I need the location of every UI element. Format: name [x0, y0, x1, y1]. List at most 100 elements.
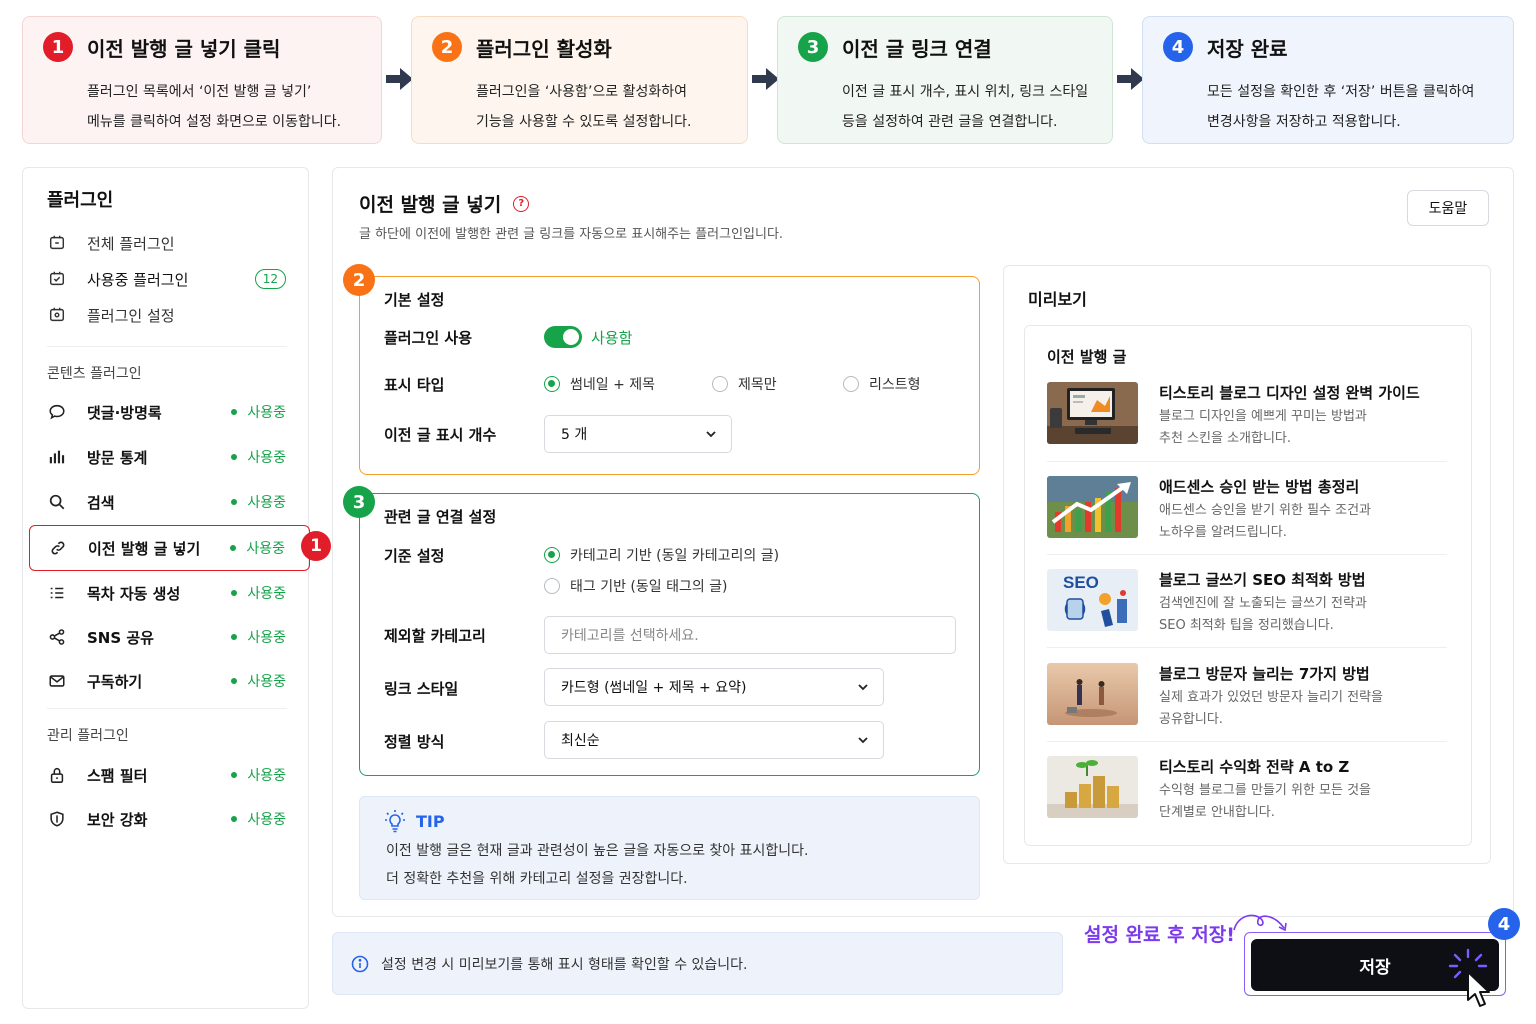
section-number-2: 2 — [343, 264, 375, 296]
step-card-1: 1 이전 발행 글 넣기 클릭 플러그인 목록에서 ‘이전 발행 글 넣기’ 메뉴를… — [22, 16, 382, 144]
status-badge: 사용중 — [231, 753, 286, 797]
enable-toggle[interactable] — [544, 326, 582, 348]
main-panel: 이전 발행 글 넣기? 글 하단에 이전에 발행한 관련 글 링크를 자동으로 … — [332, 167, 1514, 917]
radio-category-basis[interactable]: 카테고리 기반 (동일 카테고리의 글) — [544, 545, 779, 565]
exclude-category-input[interactable]: 카테고리를 선택하세요. — [544, 616, 956, 654]
list-item[interactable]: 블로그 방문자 늘리는 7가지 방법 실제 효과가 있었던 방문자 늘리기 전략… — [1047, 663, 1447, 743]
sidebar-title: 플러그인 — [47, 190, 114, 211]
radio-list[interactable]: 리스트형 — [843, 374, 921, 394]
notice-bar: 설정 변경 시 미리보기를 통해 표시 형태를 확인할 수 있습니다. — [332, 932, 1063, 995]
step-desc-4b: 변경사항을 저장하고 적용합니다. — [1207, 114, 1401, 130]
post-thumbnail — [1047, 756, 1138, 818]
radio-title-only[interactable]: 제목만 — [712, 374, 777, 394]
link-style-label: 링크 스타일 — [384, 680, 459, 698]
divider — [1047, 461, 1447, 462]
sidebar-item-toc[interactable]: 목차 자동 생성 사용중 — [29, 571, 310, 615]
count-select[interactable]: 5 개 — [544, 415, 732, 453]
divider — [1047, 647, 1447, 648]
sidebar-item-comments[interactable]: 댓글·방명록 사용중 — [29, 390, 310, 434]
preview-card: 이전 발행 글 티스토리 블로그 디자인 설정 완벽 가이드 블로그 디자인을 … — [1024, 325, 1472, 846]
preview-card-title: 이전 발행 글 — [1047, 348, 1127, 366]
list-icon — [47, 583, 67, 603]
list-item[interactable]: 애드센스 승인 받는 방법 총정리 애드센스 승인을 받기 위한 필수 조건과 노… — [1047, 476, 1447, 556]
post-title: 티스토리 블로그 디자인 설정 완벽 가이드 — [1159, 384, 1420, 402]
sidebar-group-content: 콘텐츠 플러그인 — [47, 366, 142, 382]
save-hint: 설정 완료 후 저장! — [1084, 924, 1235, 946]
share-icon — [47, 627, 67, 647]
post-desc: 검색엔진에 잘 노출되는 글쓰기 전략과 SEO 최적화 팁을 정리했습니다. — [1159, 596, 1367, 633]
plugin-settings-icon — [47, 305, 67, 325]
step-title-2: 플러그인 활성화 — [476, 36, 612, 61]
sidebar-item-label: SNS 공유 — [87, 628, 154, 647]
post-thumbnail — [1047, 476, 1138, 538]
status-badge: 사용중 — [231, 615, 286, 659]
step-card-4: 4 저장 완료 모든 설정을 확인한 후 ‘저장’ 버튼을 클릭하여 변경사항을 저… — [1142, 16, 1514, 144]
step-desc-3a: 이전 글 표시 개수, 표시 위치, 링크 스타일 — [842, 84, 1089, 100]
step-card-2: 2 플러그인 활성화 플러그인을 ‘사용함’으로 활성화하여 기능을 사용할 수 있… — [411, 16, 748, 144]
post-desc: 애드센스 승인을 받기 위한 필수 조건과 노하우를 알려드립니다. — [1159, 503, 1372, 540]
display-type-label: 표시 타입 — [384, 376, 445, 394]
post-thumbnail — [1047, 663, 1138, 725]
lightbulb-icon — [385, 810, 405, 833]
section-title: 기본 설정 — [384, 291, 445, 309]
step-number-3: 3 — [798, 32, 828, 62]
count-label: 이전 글 표시 개수 — [384, 426, 497, 444]
link-icon — [48, 538, 68, 558]
post-desc: 수익형 블로그를 만들기 위한 모든 것을 단계별로 안내합니다. — [1159, 783, 1372, 820]
post-title: 애드센스 승인 받는 방법 총정리 — [1159, 478, 1360, 496]
sidebar-item-label: 이전 발행 글 넣기 — [88, 539, 201, 558]
lock-icon — [47, 765, 67, 785]
preview-title: 미리보기 — [1028, 290, 1087, 309]
sidebar-item-spam-filter[interactable]: 스팸 필터 사용중 — [29, 753, 310, 797]
tip-line-2: 더 정확한 추천을 위해 카테고리 설정을 권장합니다. — [386, 871, 688, 887]
link-style-select[interactable]: 카드형 (썸네일 + 제목 + 요약) — [544, 668, 884, 706]
status-badge: 사용중 — [231, 390, 286, 434]
post-title: 블로그 방문자 늘리는 7가지 방법 — [1159, 665, 1370, 683]
sidebar-item-label: 댓글·방명록 — [87, 403, 162, 422]
status-badge: 사용중 — [231, 797, 286, 841]
plugin-active-icon — [47, 269, 67, 289]
sidebar-item-search[interactable]: 검색 사용중 — [29, 480, 310, 524]
enable-label: 플러그인 사용 — [384, 329, 473, 347]
sort-label: 정렬 방식 — [384, 733, 445, 751]
list-item[interactable]: 티스토리 블로그 디자인 설정 완벽 가이드 블로그 디자인을 예쁘게 꾸미는 … — [1047, 382, 1447, 462]
step-desc-1b: 메뉴를 클릭하여 설정 화면으로 이동합니다. — [87, 114, 342, 130]
status-badge: 사용중 — [230, 526, 285, 570]
list-item[interactable]: SEO 블로그 글쓰기 SEO 최적화 방법 검색엔진에 잘 노출되는 글쓰기 … — [1047, 569, 1447, 649]
sort-select[interactable]: 최신순 — [544, 721, 884, 759]
help-circle-icon[interactable]: ? — [513, 195, 530, 212]
basis-label: 기준 설정 — [384, 547, 445, 565]
preview-panel: 미리보기 이전 발행 글 티스토리 블로그 디자인 설정 완벽 가이드 블로그 … — [1003, 265, 1491, 864]
sidebar-item-previous-posts[interactable]: 이전 발행 글 넣기 사용중 — [29, 525, 310, 571]
radio-tag-basis[interactable]: 태그 기반 (동일 태그의 글) — [544, 576, 728, 596]
sidebar-item-subscribe[interactable]: 구독하기 사용중 — [29, 659, 310, 703]
step-title-4: 저장 완료 — [1207, 36, 1288, 61]
info-icon — [351, 955, 369, 972]
sidebar-group-manage: 관리 플러그인 — [47, 728, 129, 744]
help-button[interactable]: 도움말 — [1407, 190, 1489, 226]
sidebar-item-label: 전체 플러그인 — [87, 234, 175, 253]
status-badge: 사용중 — [231, 435, 286, 479]
step-title-3: 이전 글 링크 연결 — [842, 36, 992, 61]
step-number-2: 2 — [432, 32, 462, 62]
post-title: 블로그 글쓰기 SEO 최적화 방법 — [1159, 571, 1366, 589]
page-subtitle: 글 하단에 이전에 발행한 관련 글 링크를 자동으로 표시해주는 플러그인입니… — [359, 227, 784, 242]
step-desc-4a: 모든 설정을 확인한 후 ‘저장’ 버튼을 클릭하여 — [1207, 84, 1475, 100]
sidebar-item-security[interactable]: 보안 강화 사용중 — [29, 797, 310, 841]
sidebar-item-plugin-settings[interactable]: 플러그인 설정 — [29, 293, 310, 337]
divider — [47, 346, 287, 347]
sidebar-item-visit-stats[interactable]: 방문 통계 사용중 — [29, 435, 310, 479]
step-desc-2a: 플러그인을 ‘사용함’으로 활성화하여 — [476, 84, 687, 100]
comment-icon — [47, 402, 67, 422]
chevron-down-icon — [858, 684, 868, 691]
sidebar-item-label: 구독하기 — [87, 672, 143, 691]
sidebar-item-sns-share[interactable]: SNS 공유 사용중 — [29, 615, 310, 659]
divider — [47, 708, 287, 709]
shield-icon — [47, 809, 67, 829]
step-desc-1a: 플러그인 목록에서 ‘이전 발행 글 넣기’ — [87, 84, 312, 100]
status-badge: 사용중 — [231, 659, 286, 703]
radio-thumbnail-title[interactable]: 썸네일 + 제목 — [544, 374, 655, 394]
list-item[interactable]: 티스토리 수익화 전략 A to Z 수익형 블로그를 만들기 위한 모든 것을… — [1047, 756, 1447, 836]
link-settings-section: 관련 글 연결 설정 기준 설정 카테고리 기반 (동일 카테고리의 글) 태그… — [359, 493, 980, 776]
count-badge: 12 — [254, 269, 286, 289]
